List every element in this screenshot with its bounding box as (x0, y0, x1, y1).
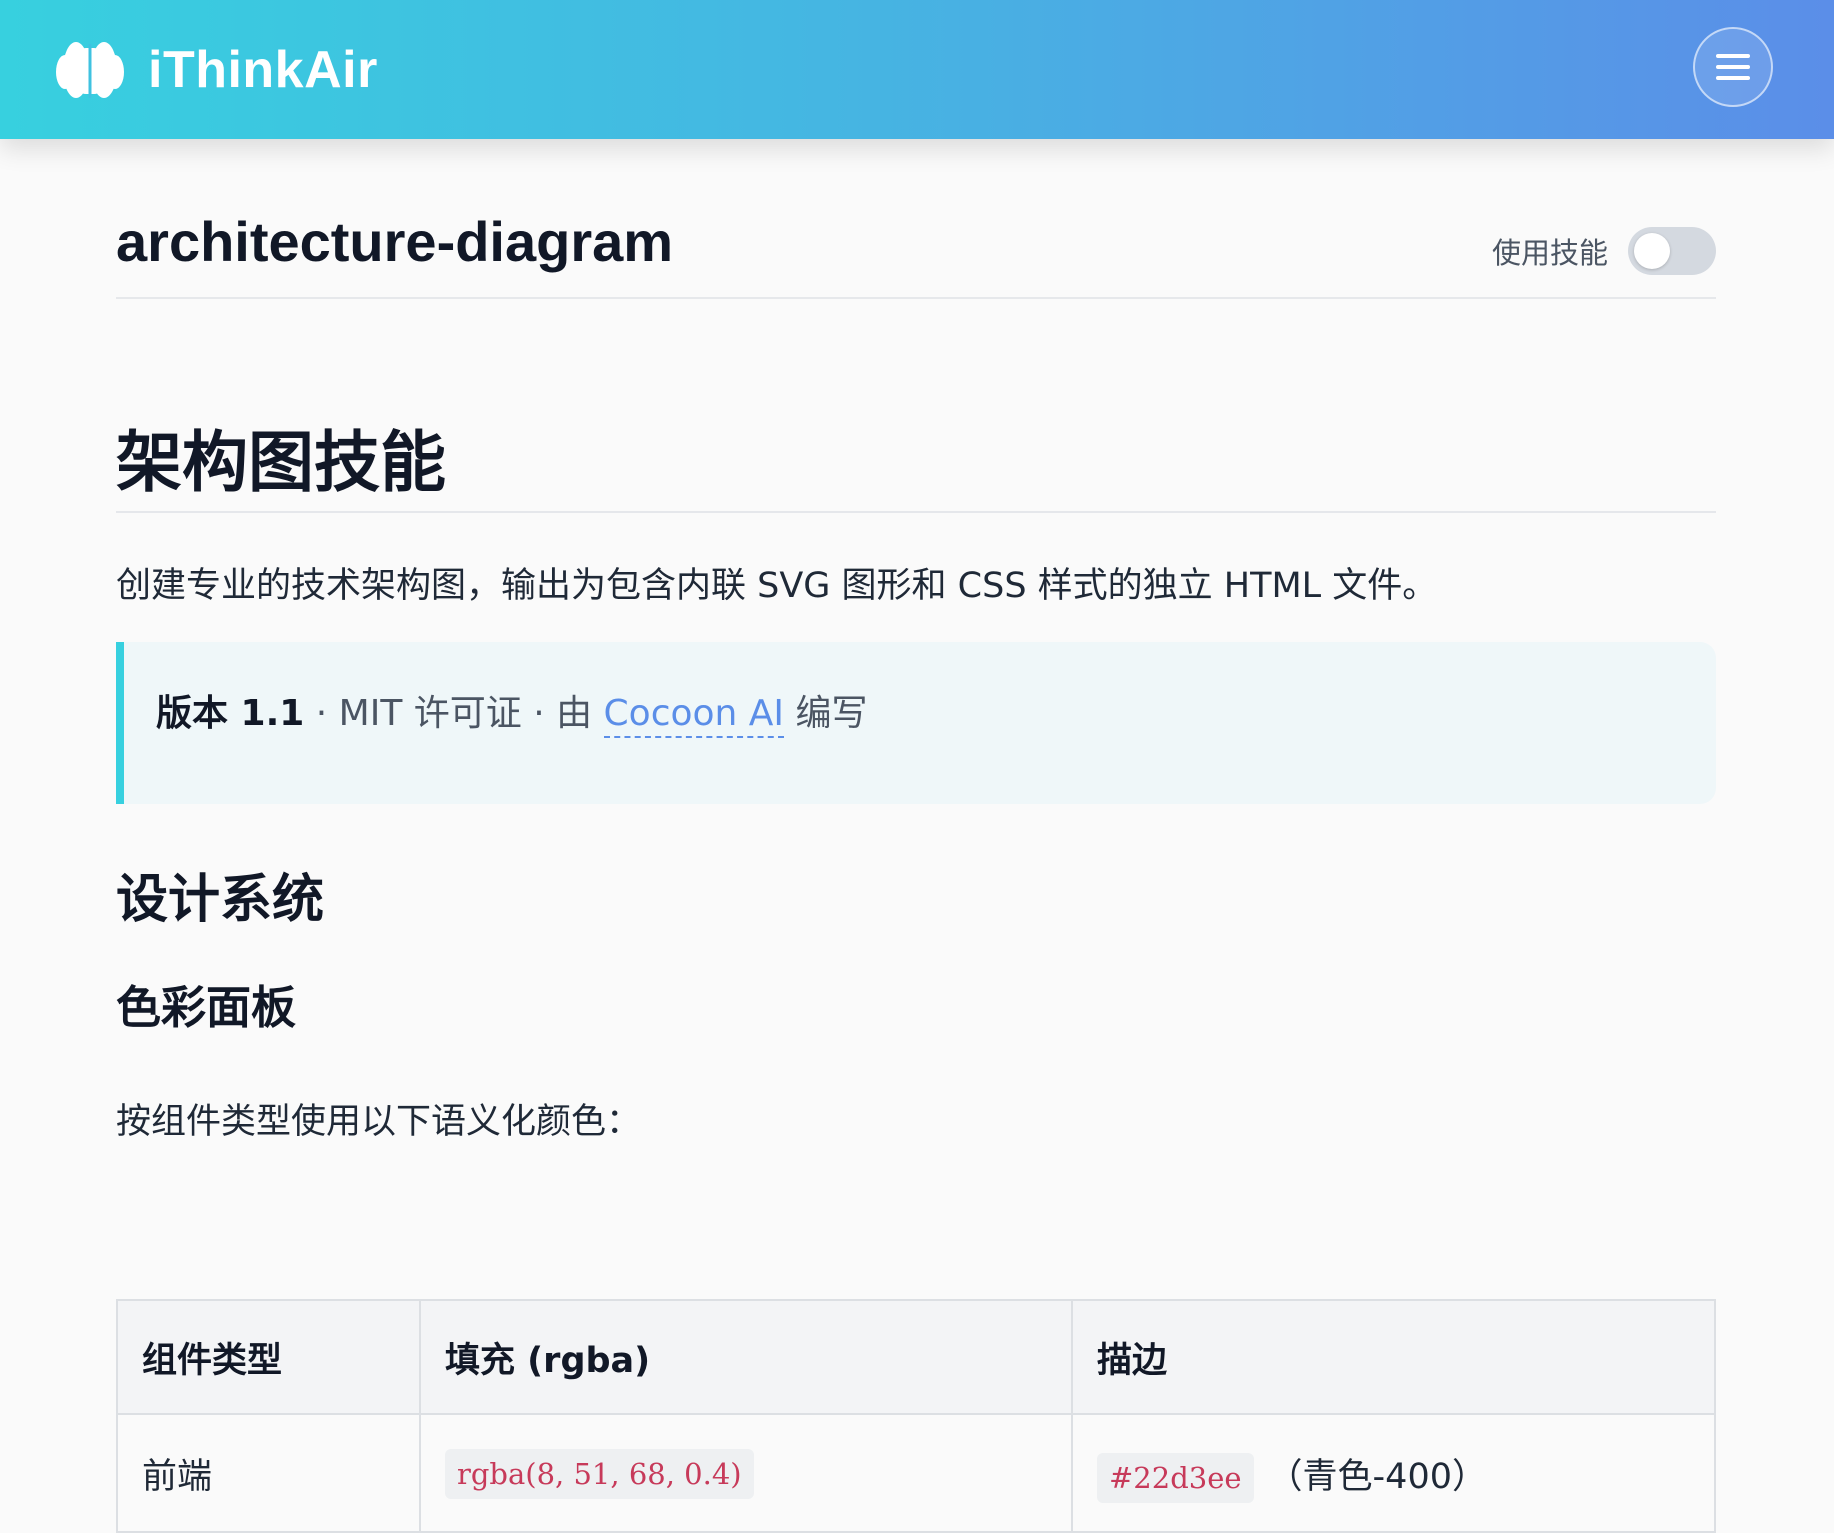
col-header-component-type: 组件类型 (116, 1299, 421, 1415)
use-skill-label: 使用技能 (1491, 236, 1608, 270)
version-callout: 版本 1.1 · MIT 许可证 · 由 Cocoon AI 编写 (116, 642, 1716, 804)
brand[interactable]: iThinkAir (54, 30, 378, 110)
author-suffix: 编写 (784, 693, 868, 734)
callout-line: 版本 1.1 · MIT 许可证 · 由 Cocoon AI 编写 (156, 684, 868, 738)
intro-text: 创建专业的技术架构图，输出为包含内联 SVG 图形和 CSS 样式的独立 HTM… (116, 566, 1438, 606)
use-skill-toggle[interactable] (1628, 227, 1716, 275)
brand-name: iThinkAir (148, 41, 378, 99)
hamburger-icon (1716, 54, 1750, 80)
cell-fill: rgba(8, 51, 68, 0.4) (419, 1413, 1073, 1533)
table-row: 前端 rgba(8, 51, 68, 0.4) #22d3ee （青色-400） (116, 1413, 1716, 1533)
fill-code: rgba(8, 51, 68, 0.4) (445, 1449, 754, 1499)
skill-id: architecture-diagram (116, 210, 674, 273)
toggle-knob (1634, 233, 1670, 269)
cell-stroke: #22d3ee （青色-400） (1071, 1413, 1716, 1533)
stroke-note: （青色-400） (1267, 1456, 1487, 1497)
top-bar: iThinkAir (0, 0, 1834, 139)
cell-component-type: 前端 (116, 1413, 421, 1533)
version-label: 版本 1.1 (156, 693, 305, 734)
col-header-stroke: 描边 (1071, 1299, 1716, 1415)
palette-table: 组件类型 填充 (rgba) 描边 前端 rgba(8, 51, 68, 0.4… (116, 1299, 1716, 1533)
col-header-fill: 填充 (rgba) (419, 1299, 1073, 1415)
license-text: · MIT 许可证 · 由 (304, 693, 604, 734)
menu-button[interactable] (1693, 27, 1773, 107)
brain-icon (56, 42, 124, 98)
section-title-design-system: 设计系统 (116, 870, 325, 930)
title-divider (116, 511, 1716, 513)
author-link[interactable]: Cocoon AI (603, 693, 785, 738)
main-content: architecture-diagram 使用技能 架构图技能 创建专业的技术架… (116, 139, 1716, 1533)
stroke-code: #22d3ee (1097, 1452, 1254, 1503)
skill-header: architecture-diagram 使用技能 (116, 139, 1716, 299)
palette-description: 按组件类型使用以下语义化颜色： (116, 1102, 642, 1142)
table-header-row: 组件类型 填充 (rgba) 描边 (116, 1299, 1716, 1415)
use-skill-toggle-group: 使用技能 (1492, 227, 1716, 275)
page-title: 架构图技能 (116, 424, 446, 501)
subsection-title-palette: 色彩面板 (116, 981, 297, 1034)
